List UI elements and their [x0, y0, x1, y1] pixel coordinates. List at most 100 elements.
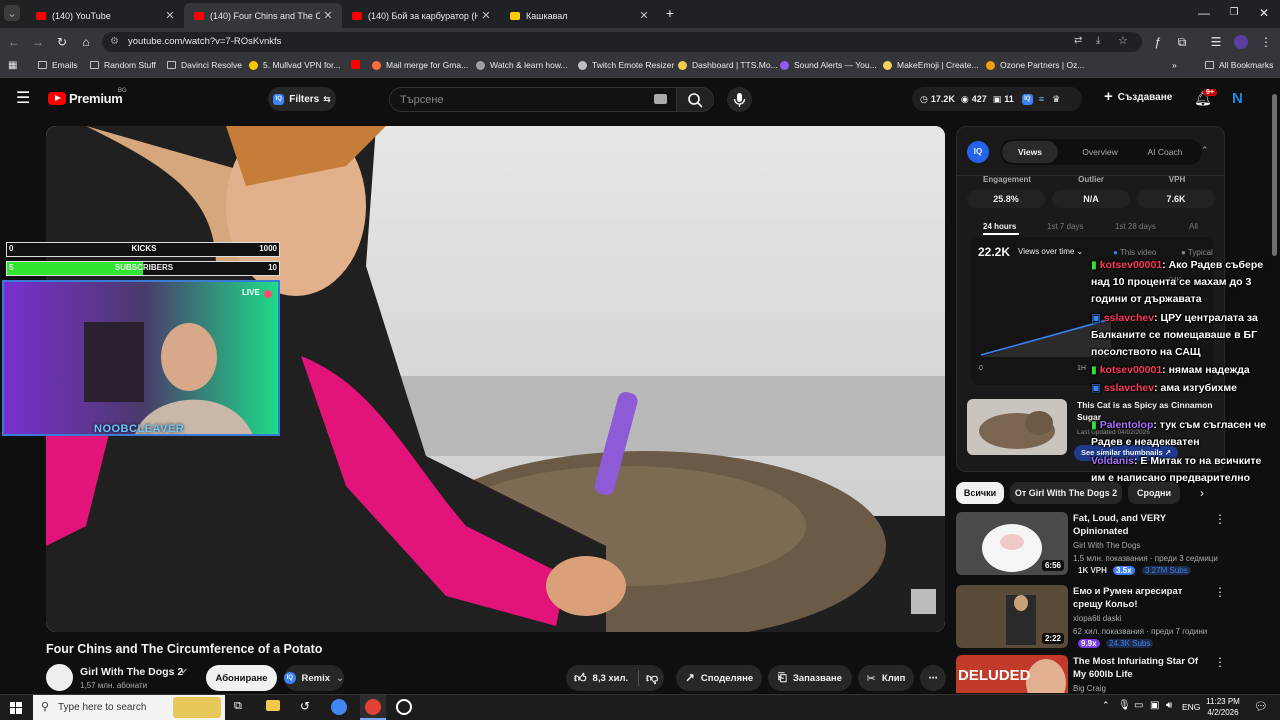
back-icon[interactable]: ←	[6, 34, 22, 50]
tab-kashkaval[interactable]: Кашкавал ✕	[500, 3, 658, 28]
chevron-right-icon[interactable]: ›	[1200, 486, 1204, 500]
create-button[interactable]: + Създаване	[1104, 89, 1172, 104]
new-tab-icon[interactable]: +	[662, 5, 678, 21]
site-info-icon[interactable]: ⚙	[110, 36, 119, 47]
tab-overview[interactable]: Overview	[1070, 141, 1130, 163]
menu-kebab-icon[interactable]: ⋮	[1258, 34, 1274, 50]
bookmark-emails[interactable]: Emails	[38, 60, 78, 70]
filters-button[interactable]: IQ Filters ⇆	[268, 87, 336, 111]
related-video[interactable]: 6:56 Fat, Loud, and VERY Opinionated Gir…	[956, 512, 1226, 578]
account-avatar[interactable]: N	[1232, 90, 1243, 107]
forward-icon[interactable]: →	[30, 34, 46, 50]
more-vert-icon[interactable]: ⋮	[1214, 512, 1226, 526]
volume-icon[interactable]: 🔊︎	[1166, 700, 1172, 711]
search-button[interactable]	[676, 87, 714, 112]
chip-from-channel[interactable]: От Girl With The Dogs 2	[1010, 482, 1122, 504]
video-channel[interactable]: Girl With The Dogs	[1073, 541, 1140, 550]
more-vert-icon[interactable]: ⋮	[1214, 585, 1226, 599]
video-thumbnail[interactable]: 6:56	[956, 512, 1068, 575]
video-title[interactable]: Емо и Румен агресират срещу Кольо!	[1073, 585, 1213, 611]
install-icon[interactable]: ⤓	[1096, 35, 1100, 46]
channel-avatar[interactable]	[46, 664, 73, 691]
home-icon[interactable]: ⌂	[78, 34, 94, 50]
windows-start-icon[interactable]	[10, 701, 22, 714]
restore-icon[interactable]: ❐	[1226, 5, 1242, 21]
bookmark-davinci[interactable]: Davinci Resolve	[167, 60, 242, 70]
youtube-premium-logo[interactable]: Premium	[69, 91, 123, 106]
vidiq-stats-pill[interactable]: ◷ 17.2K ◉ 427 ▣ 11 IQ ≡ ♛	[912, 87, 1082, 111]
clock-time[interactable]: 11:23 PM	[1204, 697, 1242, 706]
close-tab-icon[interactable]: ✕	[162, 9, 178, 22]
bookmark-sound-alerts[interactable]: Sound Alerts — You...	[780, 60, 877, 70]
url-text[interactable]: youtube.com/watch?v=7-ROsKvnkfs	[128, 36, 281, 47]
related-video[interactable]: 2:22 Емо и Румен агресират срещу Кольо! …	[956, 585, 1226, 651]
video-thumbnail[interactable]: DELUDED	[956, 655, 1068, 693]
close-tab-icon[interactable]: ✕	[636, 9, 652, 22]
page-scrollbar[interactable]	[1272, 94, 1277, 256]
tab-current-video[interactable]: (140) Four Chins and The Circumf ✕	[184, 3, 342, 28]
microphone-tray-icon[interactable]: 🎙︎	[1118, 700, 1131, 711]
chrome-icon[interactable]	[331, 699, 347, 715]
chip-all[interactable]: Всички	[956, 482, 1004, 504]
profile-avatar[interactable]	[1234, 35, 1248, 49]
show-hidden-icons[interactable]: ⌃	[1102, 700, 1110, 711]
subscribe-button[interactable]: Абониране	[206, 665, 277, 691]
bookmark-tts-dashboard[interactable]: Dashboard | TTS.Mo...	[678, 60, 778, 70]
range-all[interactable]: All	[1189, 222, 1198, 231]
network-icon[interactable]: ▣	[1150, 700, 1159, 711]
chrome-active-icon[interactable]	[360, 695, 386, 720]
more-bookmarks-icon[interactable]: »	[1172, 60, 1177, 70]
range-24h[interactable]: 24 hours	[983, 222, 1016, 231]
dislike-icon[interactable]: 👎︎	[646, 671, 658, 686]
file-explorer-icon[interactable]	[266, 700, 280, 711]
collapse-icon[interactable]: ⌃	[1201, 145, 1209, 156]
task-view-icon[interactable]: ⧉	[234, 700, 242, 713]
tab-youtube[interactable]: (140) YouTube ✕	[26, 3, 184, 28]
more-vert-icon[interactable]: ⋮	[1214, 655, 1226, 669]
more-actions-button[interactable]: ⋯	[920, 665, 946, 691]
share-button[interactable]: ↗ Споделяне	[676, 665, 762, 691]
apps-icon[interactable]: ▦	[8, 60, 17, 71]
extension-icon[interactable]: ƒ	[1150, 34, 1166, 50]
youtube-logo-icon[interactable]	[48, 92, 66, 105]
voice-search-button[interactable]	[727, 87, 752, 112]
chip-related[interactable]: Сродни	[1128, 482, 1180, 504]
reload-icon[interactable]: ↻	[54, 34, 70, 50]
range-7-days[interactable]: 1st 7 days	[1047, 222, 1083, 231]
tab-views[interactable]: Views	[1002, 141, 1058, 163]
similar-thumbnail[interactable]	[967, 399, 1067, 455]
bookmark-star-icon[interactable]: ☆	[1118, 34, 1128, 47]
puzzle-icon[interactable]: ⧉	[1174, 34, 1190, 50]
remix-button[interactable]: IQ Remix ⌄	[284, 665, 344, 691]
app-icon[interactable]: ↺	[300, 699, 310, 713]
search-input[interactable]: Търсене	[389, 87, 677, 112]
all-bookmarks[interactable]: All Bookmarks	[1205, 60, 1273, 70]
bookmark-watch-learn[interactable]: Watch & learn how...	[476, 60, 568, 70]
clip-button[interactable]: ✂ Клип	[858, 665, 914, 691]
bookmark-random-stuff[interactable]: Random Stuff	[90, 60, 156, 70]
tab-search-icon[interactable]: ☰	[1208, 34, 1224, 50]
tray-app-icon[interactable]: ▭	[1134, 700, 1143, 711]
taskbar-search-input[interactable]: ⚲ Type here to search	[33, 695, 225, 720]
video-title[interactable]: Fat, Loud, and VERY Opinionated	[1073, 512, 1213, 538]
tab-search-icon[interactable]: ⌄	[4, 5, 20, 21]
language-indicator[interactable]: ENG	[1182, 702, 1200, 712]
close-window-icon[interactable]: ✕	[1256, 5, 1272, 21]
notification-center-icon[interactable]: 💬︎	[1254, 700, 1268, 713]
close-tab-icon[interactable]: ✕	[320, 9, 336, 22]
tab-carburetor[interactable]: (140) Бой за карбуратор (Неизл ✕	[342, 3, 500, 28]
bookmark-makeemoji[interactable]: MakeEmoji | Create...	[883, 60, 979, 70]
minimize-icon[interactable]: —	[1196, 5, 1212, 21]
like-icon[interactable]: 👍︎	[574, 671, 587, 686]
bookmark-youtube[interactable]	[351, 60, 365, 69]
obs-icon[interactable]	[396, 699, 412, 715]
related-video[interactable]: DELUDED The Most Infuriating Star Of My …	[956, 655, 1226, 693]
like-count[interactable]: 8,3 хил.	[593, 673, 629, 684]
bookmark-ozone[interactable]: Ozone Partners | Oz...	[986, 60, 1084, 70]
range-28-days[interactable]: 1st 28 days	[1115, 222, 1156, 231]
close-tab-icon[interactable]: ✕	[478, 9, 494, 22]
omnibox[interactable]: ⚙ youtube.com/watch?v=7-ROsKvnkfs ⇄ ⤓ ☆	[102, 32, 1142, 52]
video-channel[interactable]: Big Craig	[1073, 684, 1106, 693]
bookmark-mullvad[interactable]: 5. Mullvad VPN for...	[249, 60, 340, 70]
views-over-time-select[interactable]: Views over time ⌄	[1018, 247, 1083, 256]
